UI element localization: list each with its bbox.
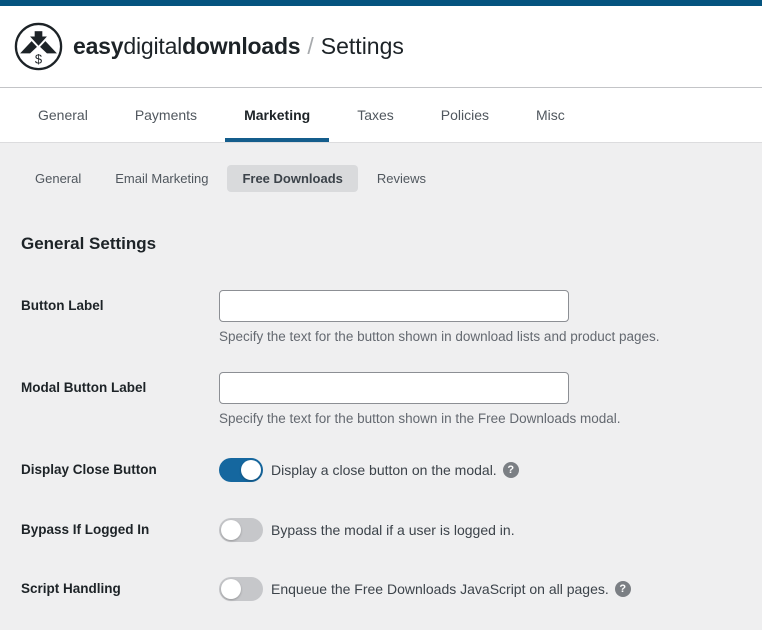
- setting-description: Specify the text for the button shown in…: [219, 411, 621, 426]
- button-label-input[interactable]: [219, 290, 569, 322]
- setting-row-display-close-button: Display Close Button Display a close but…: [0, 458, 762, 482]
- display-close-button-toggle[interactable]: [219, 458, 263, 482]
- setting-row-modal-button-label: Modal Button Label Specify the text for …: [0, 372, 762, 426]
- section-title: General Settings: [21, 234, 157, 253]
- help-icon[interactable]: ?: [614, 581, 631, 597]
- script-handling-toggle[interactable]: [219, 577, 263, 601]
- tab-marketing[interactable]: Marketing: [225, 88, 330, 142]
- svg-text:$: $: [35, 51, 43, 66]
- toggle-knob: [221, 520, 241, 540]
- tab-payments[interactable]: Payments: [116, 88, 216, 142]
- modal-button-label-input[interactable]: [219, 372, 569, 404]
- subtab-free-downloads[interactable]: Free Downloads: [227, 165, 358, 192]
- settings-tab-bar: General Payments Marketing Taxes Policie…: [0, 88, 762, 143]
- setting-description: Specify the text for the button shown in…: [219, 329, 660, 344]
- brand-wordmark: easydigitaldownloads: [73, 33, 301, 60]
- page-title: Settings: [320, 33, 404, 59]
- edd-logo-icon: $: [14, 22, 63, 71]
- setting-label: Display Close Button: [21, 462, 157, 477]
- tab-general[interactable]: General: [19, 88, 107, 142]
- settings-subtab-bar: General Email Marketing Free Downloads R…: [0, 143, 762, 208]
- tab-taxes[interactable]: Taxes: [338, 88, 413, 142]
- subtab-email-marketing[interactable]: Email Marketing: [100, 165, 223, 192]
- toggle-knob: [241, 460, 261, 480]
- setting-row-button-label: Button Label Specify the text for the bu…: [0, 290, 762, 344]
- setting-description: Enqueue the Free Downloads JavaScript on…: [271, 581, 609, 597]
- toggle-knob: [221, 579, 241, 599]
- plugin-header: $ easydigitaldownloads / Settings: [0, 6, 762, 88]
- brand-digital: digital: [123, 33, 183, 59]
- settings-content: General Email Marketing Free Downloads R…: [0, 143, 762, 630]
- setting-label: Modal Button Label: [21, 380, 147, 395]
- tab-misc[interactable]: Misc: [517, 88, 584, 142]
- subtab-reviews[interactable]: Reviews: [362, 165, 441, 192]
- tab-policies[interactable]: Policies: [422, 88, 508, 142]
- breadcrumb-separator: /: [307, 33, 314, 59]
- subtab-general[interactable]: General: [20, 165, 96, 192]
- help-icon[interactable]: ?: [502, 462, 519, 478]
- brand-downloads: downloads: [182, 33, 301, 59]
- brand-easy: easy: [73, 33, 124, 59]
- setting-description: Display a close button on the modal.: [271, 462, 497, 478]
- bypass-if-logged-in-toggle[interactable]: [219, 518, 263, 542]
- setting-description: Bypass the modal if a user is logged in.: [271, 522, 515, 538]
- setting-row-script-handling: Script Handling Enqueue the Free Downloa…: [0, 577, 762, 601]
- setting-label: Button Label: [21, 298, 104, 313]
- setting-label: Script Handling: [21, 581, 121, 596]
- setting-label: Bypass If Logged In: [21, 522, 150, 537]
- setting-row-bypass-if-logged-in: Bypass If Logged In Bypass the modal if …: [0, 518, 762, 542]
